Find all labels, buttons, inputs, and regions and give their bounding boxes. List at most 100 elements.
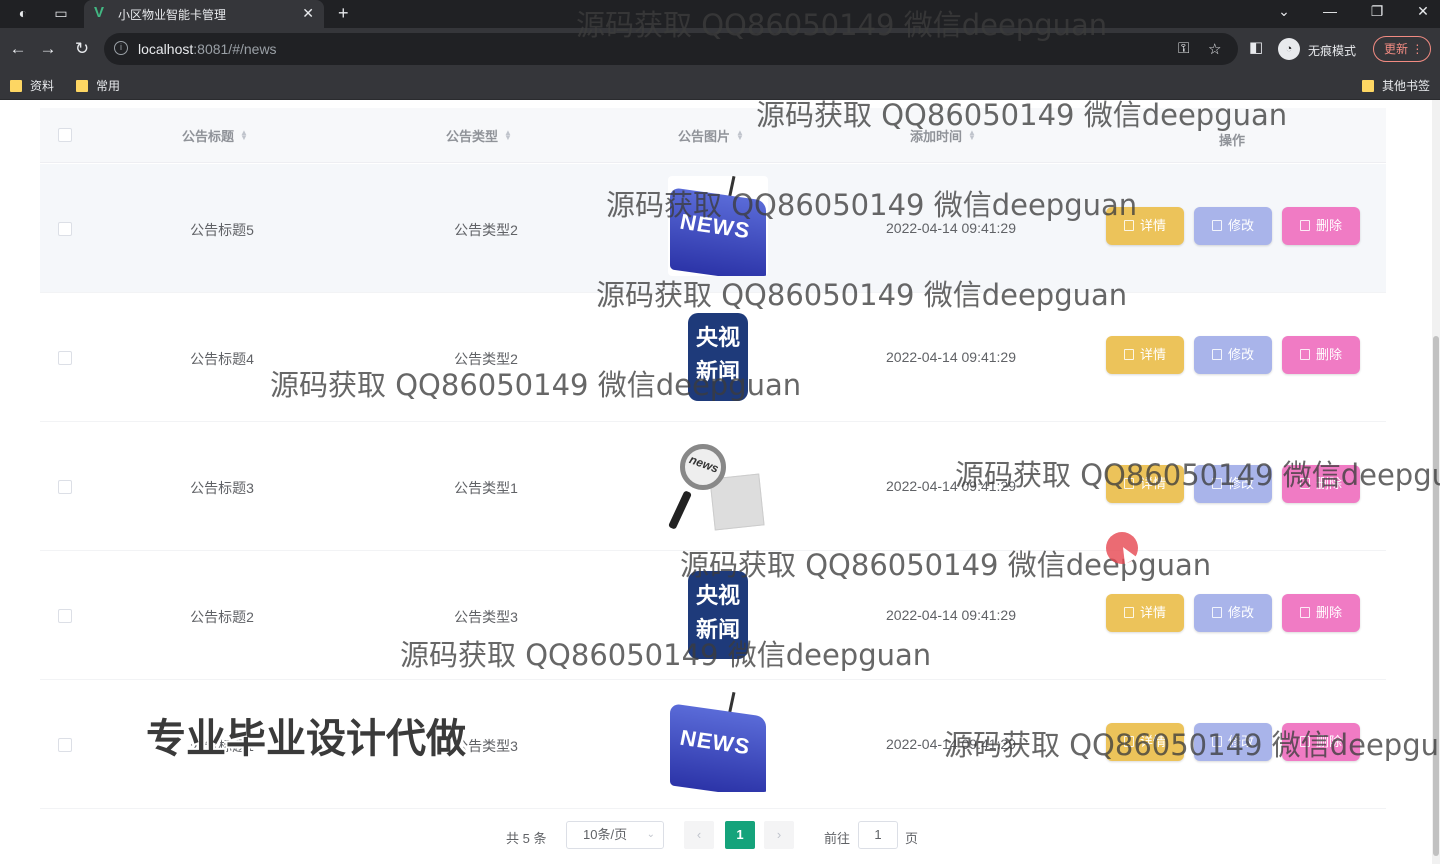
row-type: 公告类型2 <box>454 222 518 238</box>
detail-button[interactable]: 详情 <box>1106 594 1184 632</box>
cctv-text-top: 央视 <box>695 583 740 608</box>
sort-icon[interactable]: ▲ ▼ <box>240 129 248 142</box>
header-image[interactable]: 公告图片 ▲ ▼ <box>678 126 744 145</box>
url-host: localhost <box>138 41 194 57</box>
trash-icon <box>1299 349 1310 360</box>
news-key-image[interactable]: NEWS <box>668 692 768 792</box>
key-icon[interactable]: ⚿ <box>1178 40 1189 57</box>
incognito-profile[interactable]: ◔ 无痕模式 <box>1278 37 1370 61</box>
other-bookmarks-label: 其他书签 <box>1382 79 1431 93</box>
header-title-label: 公告标题 <box>182 129 235 144</box>
delete-button[interactable]: 删除 <box>1282 207 1360 245</box>
row-time: 2022-04-14 09:41:29 <box>886 607 1016 623</box>
tab-close-icon[interactable]: ✕ <box>302 5 314 22</box>
news-key: NEWS <box>670 703 766 792</box>
delete-label: 删除 <box>1315 347 1342 362</box>
bookmark-folder-changyong[interactable]: 常用 <box>76 77 120 94</box>
url-text[interactable]: localhost:8081/#/news <box>138 41 277 57</box>
watermark: 源码获取 QQ86050149 微信deepguan <box>576 8 1108 42</box>
prev-page-button[interactable]: ‹ <box>684 821 714 849</box>
scrollbar-thumb[interactable] <box>1433 336 1439 856</box>
detail-label: 详情 <box>1139 218 1166 233</box>
watermark: 源码获取 QQ86050149 微信deepguan <box>944 728 1440 762</box>
page-size-value: 10条/页 <box>583 827 628 842</box>
page-suffix-label: 页 <box>905 831 919 846</box>
goto-page-input[interactable]: 1 <box>858 821 898 849</box>
magnifier-handle <box>668 490 693 530</box>
next-page-button[interactable]: › <box>764 821 794 849</box>
lens-text: news <box>687 452 721 476</box>
side-panel-icon[interactable]: ◧ <box>1249 38 1263 56</box>
news-key-text: NEWS <box>680 724 750 760</box>
select-all-checkbox[interactable] <box>58 128 72 142</box>
magnifier-news-image[interactable]: news <box>668 436 768 536</box>
row-checkbox[interactable] <box>58 738 72 752</box>
delete-label: 删除 <box>1315 605 1342 620</box>
minimize-button[interactable]: — <box>1320 3 1340 19</box>
tab-list-icon[interactable]: ⌄ <box>1274 3 1294 20</box>
profile-label: 无痕模式 <box>1308 44 1357 58</box>
row-checkbox[interactable] <box>58 480 72 494</box>
page-size-select[interactable]: 10条/页 ⌄ <box>566 821 664 849</box>
new-tab-button[interactable]: + <box>338 3 349 24</box>
document-icon <box>1123 607 1134 618</box>
delete-label: 删除 <box>1315 218 1342 233</box>
trash-icon <box>1299 607 1310 618</box>
browser-tab-active[interactable]: V 小区物业智能卡管理 ✕ <box>84 0 324 28</box>
chevron-down-icon: ⌄ <box>646 829 655 840</box>
row-checkbox[interactable] <box>58 609 72 623</box>
header-type[interactable]: 公告类型 ▲ ▼ <box>446 126 512 145</box>
bookmark-star-icon[interactable]: ☆ <box>1208 40 1221 58</box>
close-window-button[interactable]: ✕ <box>1413 3 1433 20</box>
back-button[interactable]: ← <box>8 39 28 59</box>
edit-label: 修改 <box>1227 605 1254 620</box>
edit-button[interactable]: 修改 <box>1194 336 1272 374</box>
edit-icon <box>1211 220 1222 231</box>
watermark: 源码获取 QQ86050149 微信deepguan <box>756 98 1288 132</box>
sort-icon[interactable]: ▲ ▼ <box>504 129 512 142</box>
header-image-label: 公告图片 <box>678 129 731 144</box>
row-title: 公告标题4 <box>190 351 254 367</box>
edit-button[interactable]: 修改 <box>1194 207 1272 245</box>
pagination: 共 5 条 10条/页 ⌄ ‹ 1 › 前往 1 页 <box>0 814 1440 854</box>
row-time: 2022-04-14 09:41:29 <box>886 349 1016 365</box>
other-bookmarks[interactable]: 其他书签 <box>1362 77 1430 94</box>
goto-label: 前往 <box>824 831 851 846</box>
edit-button[interactable]: 修改 <box>1194 594 1272 632</box>
watermark: 源码获取 QQ86050149 微信deepguan <box>955 458 1440 492</box>
update-button[interactable]: 更新 ⋮ <box>1373 36 1431 62</box>
row-type: 公告类型1 <box>454 480 518 496</box>
cctv-text-top: 央视 <box>695 325 740 350</box>
watermark: 源码获取 QQ86050149 微信deepguan <box>606 188 1138 222</box>
folder-icon <box>10 80 22 92</box>
reload-button[interactable]: ↻ <box>72 39 92 59</box>
folder-icon <box>76 80 88 92</box>
row-checkbox[interactable] <box>58 351 72 365</box>
bookmark-label: 资料 <box>30 79 55 93</box>
watermark: 源码获取 QQ86050149 微信deepguan <box>400 638 932 672</box>
row-title: 公告标题5 <box>190 222 254 238</box>
edit-label: 修改 <box>1227 347 1254 362</box>
row-type: 公告类型3 <box>454 609 518 625</box>
folder-icon <box>1362 80 1374 92</box>
detail-label: 详情 <box>1139 605 1166 620</box>
maximize-button[interactable]: ❐ <box>1367 3 1387 20</box>
sort-icon[interactable]: ▲ ▼ <box>736 129 744 142</box>
browser-menu-icon[interactable]: ◐ <box>14 4 32 22</box>
delete-button[interactable]: 删除 <box>1282 594 1360 632</box>
detail-button[interactable]: 详情 <box>1106 336 1184 374</box>
magnifier-lens: news <box>680 444 726 490</box>
incognito-icon: ◔ <box>1278 38 1300 60</box>
edit-icon <box>1211 607 1222 618</box>
forward-button[interactable]: → <box>38 39 58 59</box>
promo-overlay: 专业毕业设计代做 <box>146 716 466 762</box>
row-checkbox[interactable] <box>58 222 72 236</box>
bookmark-folder-ziliao[interactable]: 资料 <box>10 77 54 94</box>
site-info-icon[interactable]: i <box>114 41 128 55</box>
tab-search-icon[interactable]: ▭ <box>52 4 70 22</box>
page-number-current[interactable]: 1 <box>725 821 755 849</box>
update-label: 更新 <box>1384 42 1409 56</box>
delete-button[interactable]: 删除 <box>1282 336 1360 374</box>
watermark: 源码获取 QQ86050149 微信deepguan <box>596 278 1128 312</box>
header-title[interactable]: 公告标题 ▲ ▼ <box>182 126 248 145</box>
